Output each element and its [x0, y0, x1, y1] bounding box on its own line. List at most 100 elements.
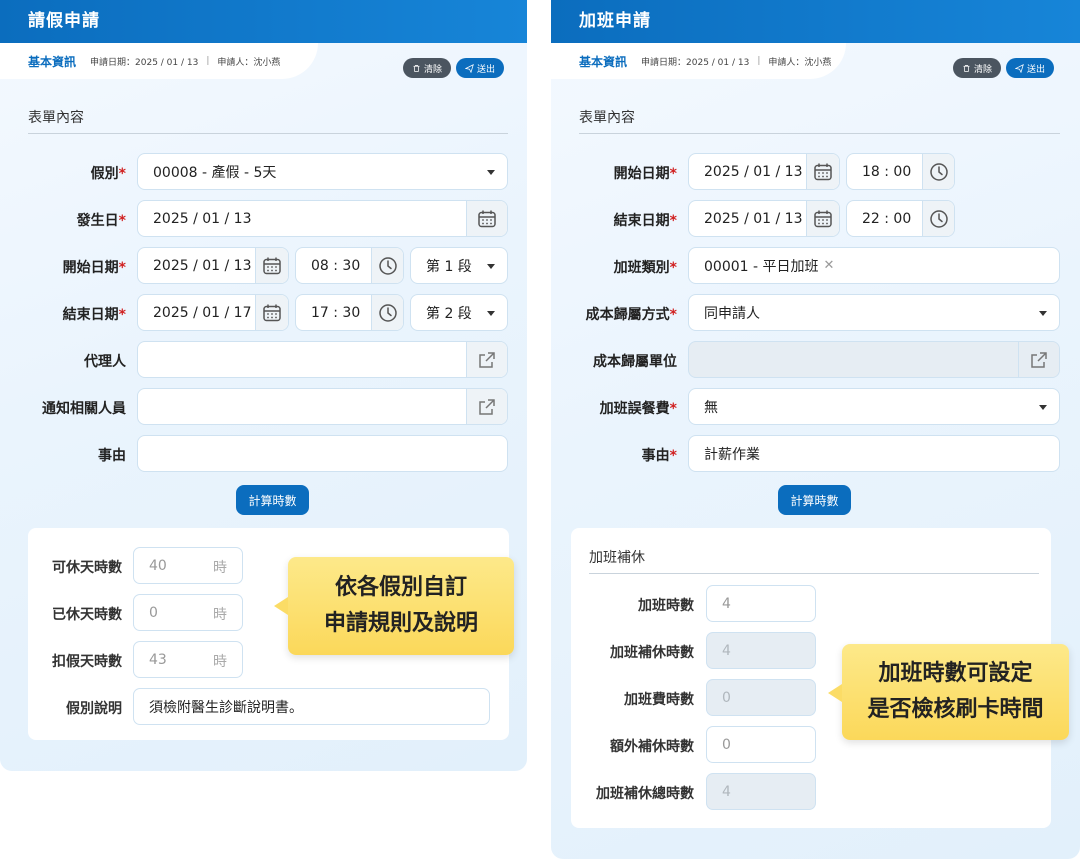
action-buttons: 清除 送出 — [403, 58, 505, 78]
end-segment-select[interactable]: 第 2 段 — [410, 294, 508, 331]
label-text: 加班類別 — [613, 260, 670, 276]
input-value: 18 : 00 — [862, 163, 912, 180]
leave-description-label: 假別說明 — [66, 701, 122, 717]
start-segment-select[interactable]: 第 1 段 — [410, 247, 508, 284]
calendar-icon — [813, 209, 833, 229]
clock-button[interactable] — [371, 248, 403, 283]
clock-button[interactable] — [922, 201, 954, 236]
field-value: 43 — [149, 651, 167, 668]
cost-method-select[interactable]: 同申請人 — [688, 294, 1060, 331]
end-time-input[interactable]: 17 : 30 — [295, 294, 404, 331]
clear-button[interactable]: 清除 — [403, 58, 452, 78]
leave-type-select[interactable]: 00008 - 產假 - 5天 — [137, 153, 508, 190]
field-value: 0 — [149, 604, 158, 621]
apply-date: 申請日期：2025 / 01 / 13 — [641, 57, 750, 68]
end-time-input[interactable]: 22 : 00 — [846, 200, 955, 237]
label-text: 開始日期 — [62, 260, 119, 276]
clock-button[interactable] — [922, 154, 954, 189]
divider — [579, 133, 1060, 134]
meal-fee-label: 加班誤餐費* — [599, 401, 677, 417]
open-picker-button — [1018, 342, 1059, 377]
clock-icon — [929, 162, 949, 182]
send-label: 送出 — [1027, 64, 1046, 75]
basic-info-bar: 基本資訊 申請日期：2025 / 01 / 13 | 申請人：沈小燕 — [551, 43, 846, 79]
unit-label: 時 — [213, 560, 227, 576]
callout-line: 依各假別自訂 — [334, 575, 467, 600]
clear-selection-icon[interactable]: ✕ — [824, 258, 835, 273]
label-text: 成本歸屬方式 — [585, 307, 670, 323]
occur-date-input[interactable]: 2025 / 01 / 13 — [137, 200, 508, 237]
open-picker-button[interactable] — [466, 389, 507, 424]
unit-label: 時 — [213, 607, 227, 623]
input-value: 22 : 00 — [862, 210, 912, 227]
label-text: 發生日 — [76, 213, 119, 229]
agent-input[interactable] — [137, 341, 508, 378]
input-value: 2025 / 01 / 13 — [153, 210, 252, 227]
available-hours-label: 可休天時數 — [52, 560, 122, 576]
clear-button[interactable]: 清除 — [953, 58, 1002, 78]
calendar-icon — [477, 209, 497, 229]
comp-hours-label: 加班補休時數 — [610, 645, 694, 661]
calendar-button[interactable] — [255, 248, 288, 283]
clock-button[interactable] — [371, 295, 403, 330]
start-time-input[interactable]: 18 : 00 — [846, 153, 955, 190]
basic-info-title: 基本資訊 — [579, 54, 628, 69]
calculate-hours-button[interactable]: 計算時數 — [236, 485, 309, 515]
end-date-label: 結束日期* — [62, 307, 126, 323]
start-time-input[interactable]: 08 : 30 — [295, 247, 404, 284]
calendar-button[interactable] — [466, 201, 507, 236]
external-link-icon — [477, 350, 497, 370]
end-date-input[interactable]: 2025 / 01 / 17 — [137, 294, 289, 331]
reason-input[interactable] — [137, 435, 508, 472]
calendar-button[interactable] — [255, 295, 288, 330]
input-value: 08 : 30 — [311, 257, 361, 274]
send-icon — [465, 64, 474, 73]
send-button[interactable]: 送出 — [1006, 58, 1055, 78]
calculate-hours-button[interactable]: 計算時數 — [778, 485, 851, 515]
label-text: 加班誤餐費 — [599, 401, 670, 417]
extra-comp-hours-field[interactable]: 0 — [706, 726, 816, 763]
start-date-label: 開始日期* — [613, 166, 677, 182]
overtime-hours-field[interactable]: 4 — [706, 585, 816, 622]
label-text: 開始日期 — [613, 166, 670, 182]
select-value: 00001 - 平日加班 — [704, 258, 819, 275]
deduct-hours-label: 扣假天時數 — [52, 654, 122, 670]
select-value: 同申請人 — [704, 305, 760, 322]
cost-unit-label: 成本歸屬單位 — [593, 354, 677, 370]
notify-input[interactable] — [137, 388, 508, 425]
cost-unit-input — [688, 341, 1060, 378]
send-button[interactable]: 送出 — [456, 58, 505, 78]
label-text: 結束日期 — [613, 213, 670, 229]
reason-label: 事由 — [98, 448, 126, 464]
callout-pointer — [828, 684, 842, 702]
overtime-application-panel: 加班申請 基本資訊 申請日期：2025 / 01 / 13 | 申請人：沈小燕 … — [551, 0, 1080, 859]
leave-rules-callout: 依各假別自訂 申請規則及說明 — [274, 557, 514, 655]
overtime-type-select[interactable]: 00001 - 平日加班 ✕ — [688, 247, 1060, 284]
calendar-button[interactable] — [806, 154, 839, 189]
action-buttons: 清除 送出 — [953, 58, 1055, 78]
end-date-input[interactable]: 2025 / 01 / 13 — [688, 200, 840, 237]
end-date-label: 結束日期* — [613, 213, 677, 229]
leave-description-field: 須檢附醫生診斷說明書。 — [133, 688, 490, 725]
available-hours-field: 40 時 — [133, 547, 243, 584]
reason-input[interactable]: 計薪作業 — [688, 435, 1060, 472]
caret-down-icon — [487, 311, 495, 316]
calendar-button[interactable] — [806, 201, 839, 236]
occur-date-label: 發生日* — [76, 213, 126, 229]
field-value: 40 — [149, 557, 167, 574]
open-picker-button[interactable] — [466, 342, 507, 377]
deduct-hours-field: 43 時 — [133, 641, 243, 678]
meal-fee-select[interactable]: 無 — [688, 388, 1060, 425]
callout-line: 是否檢核刷卡時間 — [867, 697, 1044, 722]
applicant: 申請人：沈小燕 — [768, 57, 832, 68]
overtime-type-label: 加班類別* — [613, 260, 677, 276]
clear-label: 清除 — [424, 64, 443, 75]
section-title: 表單內容 — [579, 110, 635, 126]
start-date-input[interactable]: 2025 / 01 / 13 — [688, 153, 840, 190]
notify-label: 通知相關人員 — [42, 401, 126, 417]
total-comp-hours-label: 加班補休總時數 — [596, 786, 694, 802]
leave-panel-title: 請假申請 — [0, 0, 527, 43]
external-link-icon — [477, 397, 497, 417]
trash-icon — [962, 64, 971, 73]
start-date-input[interactable]: 2025 / 01 / 13 — [137, 247, 289, 284]
